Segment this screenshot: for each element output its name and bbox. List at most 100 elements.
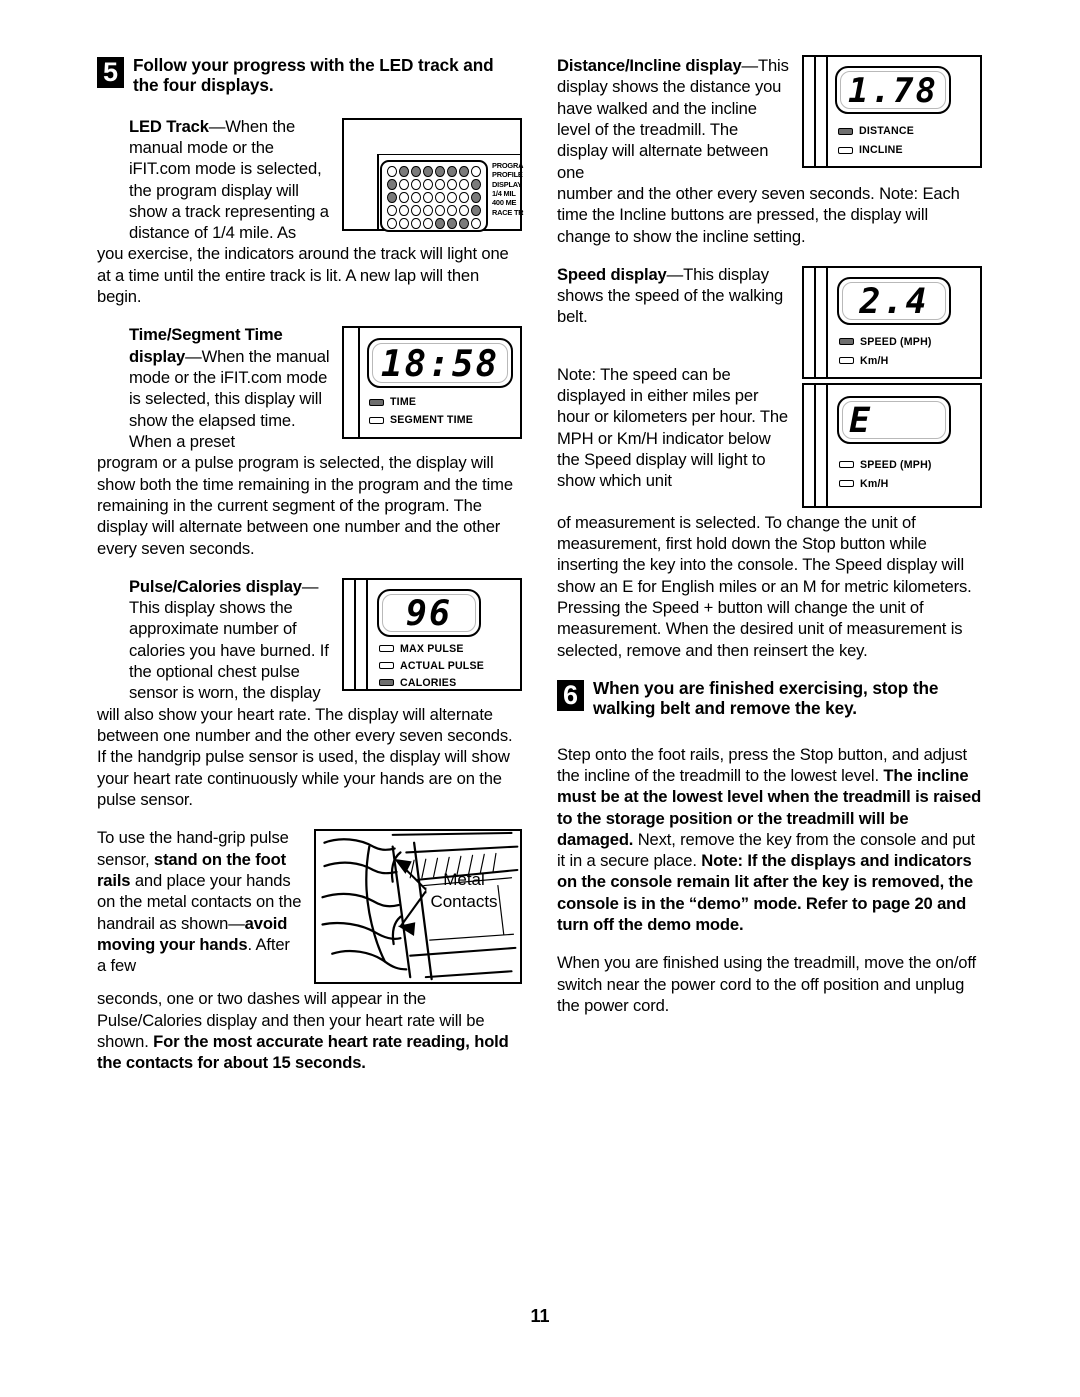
distance-lcd-window: 1.78 [835, 66, 951, 114]
speed-indicator-mph: SPEED (MPH) [839, 336, 932, 348]
speed-note-continued-paragraph: of measurement is selected. To change th… [557, 512, 972, 660]
led-dot-unlit [447, 205, 457, 217]
led-dot-unlit [435, 178, 445, 190]
step-6-number: 6 [557, 680, 584, 711]
led-dot-unlit [459, 191, 469, 203]
led-dot-unlit [423, 205, 433, 217]
figure-bezel-line-2 [366, 579, 368, 689]
led-track-row [387, 205, 481, 217]
led-track-caption-line: 400 ME [492, 198, 517, 208]
indicator-led-icon [379, 679, 394, 687]
indicator-label: ACTUAL PULSE [400, 659, 485, 672]
speed-lead-bold: Speed display [557, 264, 667, 284]
time-display-figure: 18:58 TIME SEGMENT TIME [342, 326, 522, 440]
led-dot-unlit [411, 218, 421, 230]
led-track-caption-line: 1/4 MIL [492, 189, 516, 198]
time-indicator-time: TIME [369, 396, 416, 408]
time-segment-continued-paragraph: program or a pulse program is selected, … [97, 453, 513, 558]
led-track-row [387, 218, 481, 230]
english-display-value: E [849, 400, 873, 441]
led-dot-unlit [399, 178, 409, 190]
figure-bezel-line [354, 579, 356, 689]
distance-display-figure: 1.78 DISTANCE INCLINE [802, 55, 982, 168]
speed-lcd-window: 2.4 [837, 276, 951, 325]
indicator-led-icon [838, 127, 853, 135]
led-dot-lit [411, 165, 421, 177]
indicator-led-icon [838, 146, 853, 154]
distance-indicator-distance: DISTANCE [838, 125, 914, 137]
indicator-label: SPEED (MPH) [860, 458, 932, 471]
indicator-label: DISTANCE [859, 125, 914, 137]
english-indicator-mph: SPEED (MPH) [839, 459, 932, 471]
english-lcd-window: E [837, 395, 951, 444]
indicator-led-icon [839, 480, 854, 488]
step-5-header: 5 Follow your progress with the LED trac… [97, 55, 522, 96]
distance-display-value: 1.78 [848, 71, 938, 111]
handgrip-illustration-figure: Metal Contacts [314, 829, 522, 985]
led-dot-unlit [435, 191, 445, 203]
led-track-panel [380, 159, 488, 232]
time-lcd-window: 18:58 [367, 338, 513, 389]
led-track-lead-bold: LED Track [129, 116, 209, 136]
led-track-caption-line: PROFILE [492, 170, 523, 180]
indicator-label: Km/H [860, 477, 889, 490]
indicator-led-icon [839, 338, 854, 346]
led-dot-unlit [471, 165, 481, 177]
step-6-title: When you are finished exercising, stop t… [593, 678, 939, 719]
time-display-value: 18:58 [380, 344, 500, 386]
led-track-caption: PROGRA PROFILE DISPLAY 1/4 MIL 400 ME RACE TR [492, 161, 524, 218]
pulse-calories-continued-paragraph: will also show your heart rate. The disp… [97, 704, 513, 809]
handgrip-continued-paragraph: seconds, one or two dashes will appear i… [97, 988, 522, 1073]
pulse-indicator-calories: CALORIES [379, 677, 456, 689]
led-track-caption-line: RACE TR [492, 207, 524, 217]
led-dot-unlit [459, 205, 469, 217]
led-dot-lit [447, 165, 457, 177]
led-dot-unlit [423, 191, 433, 203]
led-track-row [387, 191, 481, 203]
indicator-label: TIME [390, 396, 417, 409]
indicator-led-icon [379, 662, 394, 670]
led-dot-lit [459, 218, 469, 230]
manual-page: 5 Follow your progress with the LED trac… [0, 0, 1080, 1397]
indicator-led-icon [379, 645, 394, 653]
figure-bezel-line [814, 267, 816, 377]
led-track-row [387, 165, 481, 177]
led-dot-lit [435, 165, 445, 177]
led-dot-unlit [387, 165, 397, 177]
step-6-body-paragraph: Step onto the foot rails, press the Stop… [557, 744, 982, 936]
indicator-led-icon [369, 416, 384, 424]
metal-contacts-label: Metal Contacts [412, 869, 516, 912]
indicator-led-icon [369, 398, 384, 406]
led-dot-lit [471, 205, 481, 217]
led-dot-lit [399, 165, 409, 177]
led-dot-unlit [387, 205, 397, 217]
led-grid [387, 165, 481, 230]
english-unit-display-figure: E SPEED (MPH) Km/H [802, 382, 982, 508]
led-track-caption-line: PROGRA [492, 160, 524, 170]
pulse-display-value: 96 [405, 593, 453, 634]
led-dot-unlit [423, 218, 433, 230]
english-indicator-kmh: Km/H [839, 478, 888, 490]
distance-incline-continued-paragraph: number and the other every seven seconds… [557, 183, 960, 246]
pulse-indicator-max-pulse: MAX PULSE [379, 643, 464, 655]
led-dot-unlit [447, 191, 457, 203]
led-dot-unlit [387, 218, 397, 230]
led-dot-unlit [399, 191, 409, 203]
indicator-label: SPEED (MPH) [860, 335, 932, 348]
figure-bezel-top [377, 153, 520, 156]
pulse-calories-lead-bold: Pulse/Calories display [129, 576, 302, 596]
time-indicator-segment-time: SEGMENT TIME [369, 414, 473, 426]
led-dot-lit [423, 165, 433, 177]
led-dot-unlit [399, 218, 409, 230]
indicator-label: SEGMENT TIME [390, 414, 474, 427]
step-6-header: 6 When you are finished exercising, stop… [557, 678, 982, 719]
led-dot-lit [387, 178, 397, 190]
pulse-indicator-actual-pulse: ACTUAL PULSE [379, 660, 484, 672]
led-dot-unlit [459, 178, 469, 190]
right-column: 1.78 DISTANCE INCLINE Distance/Incline d… [557, 55, 982, 1016]
led-dot-lit [471, 191, 481, 203]
led-dot-lit [387, 191, 397, 203]
figure-bezel-line [814, 384, 816, 506]
figure-bezel-line-2 [826, 57, 828, 166]
indicator-label: INCLINE [859, 144, 903, 156]
